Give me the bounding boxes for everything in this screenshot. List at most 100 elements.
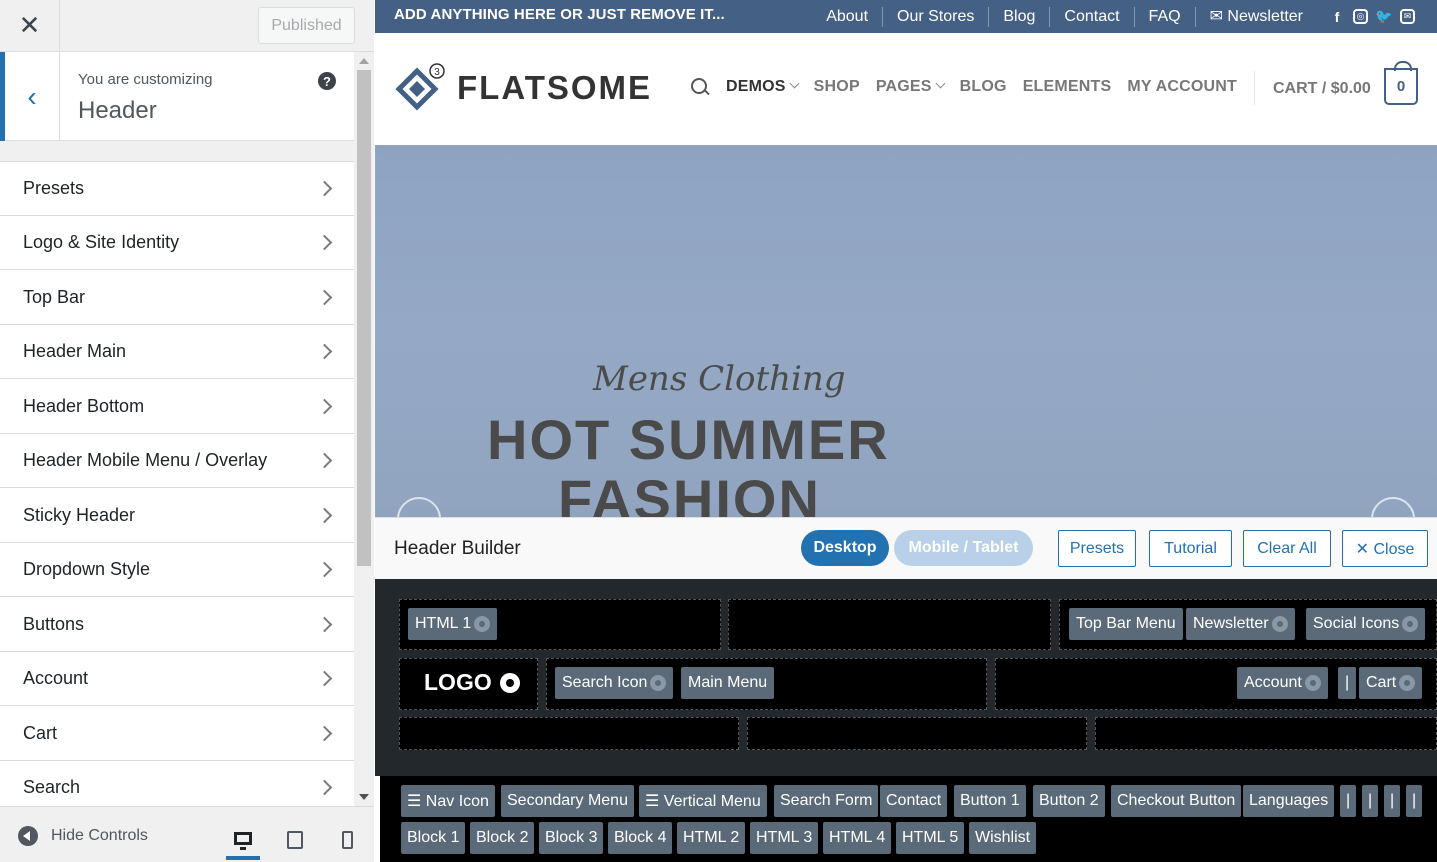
lib-secondary-menu[interactable]: Secondary Menu: [501, 785, 634, 817]
scrollbar-thumb[interactable]: [357, 70, 371, 566]
gear-icon[interactable]: [1399, 675, 1416, 691]
lib-divider-1[interactable]: |: [1340, 785, 1357, 817]
section-item[interactable]: Buttons: [0, 597, 354, 652]
help-icon[interactable]: ?: [318, 72, 336, 90]
nav-pages[interactable]: PAGES: [876, 78, 946, 96]
lib-block-2[interactable]: Block 2: [470, 822, 535, 854]
slider-next-icon[interactable]: [1371, 497, 1415, 517]
preview-tablet-button[interactable]: [278, 820, 312, 860]
lib-block-3[interactable]: Block 3: [539, 822, 604, 854]
search-icon[interactable]: [690, 77, 710, 97]
element-divider[interactable]: |: [1338, 667, 1357, 699]
gear-icon[interactable]: [474, 616, 491, 632]
lib-divider-4[interactable]: |: [1406, 785, 1423, 817]
presets-button[interactable]: Presets: [1058, 530, 1136, 567]
lib-divider-3[interactable]: |: [1384, 785, 1401, 817]
dropzone-main-right[interactable]: Account | Cart: [995, 658, 1437, 710]
lib-button-1[interactable]: Button 1: [954, 785, 1026, 817]
lib-vertical-menu[interactable]: ☰ Vertical Menu: [639, 785, 767, 817]
nav-demos[interactable]: DEMOS: [726, 78, 800, 96]
element-cart[interactable]: Cart: [1359, 667, 1423, 699]
scroll-up-arrow-icon[interactable]: [359, 58, 369, 64]
gear-icon[interactable]: [1402, 616, 1419, 632]
top-link-contact[interactable]: Contact: [1049, 6, 1133, 27]
logo-text[interactable]: FLATSOME: [457, 69, 652, 107]
lib-languages[interactable]: Languages: [1243, 785, 1335, 817]
facebook-icon[interactable]: f: [1329, 9, 1345, 25]
section-item[interactable]: Top Bar: [0, 270, 354, 325]
gear-icon[interactable]: [650, 675, 667, 691]
lib-html-5[interactable]: HTML 5: [896, 822, 965, 854]
hide-controls-icon[interactable]: [18, 826, 38, 846]
section-item[interactable]: Header Main: [0, 324, 354, 379]
lib-nav-icon[interactable]: ☰ Nav Icon: [401, 785, 495, 817]
element-main-menu[interactable]: Main Menu: [681, 667, 775, 699]
dropzone-top-right[interactable]: Top Bar Menu Newsletter Social Icons: [1059, 599, 1437, 650]
lib-wishlist[interactable]: Wishlist: [969, 822, 1037, 854]
top-link-about[interactable]: About: [812, 7, 882, 27]
top-link-newsletter[interactable]: ✉ Newsletter: [1194, 6, 1317, 27]
lib-contact[interactable]: Contact: [880, 785, 948, 817]
clear-all-button[interactable]: Clear All: [1243, 530, 1331, 567]
nav-my-account[interactable]: MY ACCOUNT: [1127, 78, 1237, 96]
top-link-our-stores[interactable]: Our Stores: [882, 6, 988, 27]
tutorial-button[interactable]: Tutorial: [1149, 530, 1232, 567]
lib-block-4[interactable]: Block 4: [608, 822, 673, 854]
element-newsletter[interactable]: Newsletter: [1186, 608, 1295, 640]
gear-icon[interactable]: [499, 672, 520, 693]
back-button[interactable]: ‹: [0, 52, 60, 141]
top-link-blog[interactable]: Blog: [988, 6, 1049, 27]
preview-mobile-button[interactable]: [330, 820, 364, 860]
instagram-icon[interactable]: ◎: [1353, 8, 1368, 24]
section-item[interactable]: Cart: [0, 706, 354, 761]
mobile-tablet-tab[interactable]: Mobile / Tablet: [894, 530, 1033, 566]
nav-elements[interactable]: ELEMENTS: [1023, 78, 1112, 96]
twitter-icon[interactable]: 🐦: [1375, 8, 1392, 25]
element-html-1[interactable]: HTML 1: [408, 608, 498, 640]
section-item[interactable]: Header Bottom: [0, 379, 354, 434]
element-logo[interactable]: LOGO: [424, 669, 520, 696]
slider-prev-icon[interactable]: [397, 497, 441, 517]
element-search-icon[interactable]: Search Icon: [555, 667, 674, 699]
close-customizer-button[interactable]: ✕: [0, 0, 60, 51]
dropzone-main-left[interactable]: Search Icon Main Menu: [546, 658, 987, 710]
lib-checkout-button[interactable]: Checkout Button: [1111, 785, 1242, 817]
section-item[interactable]: Sticky Header: [0, 488, 354, 543]
element-account[interactable]: Account: [1237, 667, 1328, 699]
desktop-tab[interactable]: Desktop: [801, 530, 889, 566]
lib-block-1[interactable]: Block 1: [401, 822, 466, 854]
lib-search-form[interactable]: Search Form: [774, 785, 879, 817]
element-top-bar-menu[interactable]: Top Bar Menu: [1069, 608, 1183, 640]
dropzone-bottom-center[interactable]: [747, 717, 1087, 750]
section-item[interactable]: Dropdown Style: [0, 542, 354, 597]
element-social-icons[interactable]: Social Icons: [1306, 608, 1426, 640]
section-item[interactable]: Presets: [0, 161, 354, 216]
nav-blog[interactable]: BLOG: [960, 78, 1007, 96]
scroll-down-arrow-icon[interactable]: [359, 794, 369, 800]
close-builder-button[interactable]: ✕ Close: [1342, 530, 1428, 567]
email-icon[interactable]: ✉: [1400, 8, 1415, 24]
lib-html-4[interactable]: HTML 4: [823, 822, 892, 854]
lib-button-2[interactable]: Button 2: [1033, 785, 1105, 817]
section-item[interactable]: Header Mobile Menu / Overlay: [0, 433, 354, 488]
gear-icon[interactable]: [1271, 616, 1288, 632]
section-item[interactable]: Account: [0, 651, 354, 706]
lib-divider-2[interactable]: |: [1362, 785, 1379, 817]
dropzone-top-center[interactable]: [728, 599, 1051, 650]
sidebar-scrollbar[interactable]: [354, 52, 374, 806]
lib-html-3[interactable]: HTML 3: [750, 822, 819, 854]
flatsome-logo-icon[interactable]: 3: [395, 63, 445, 115]
cart-link[interactable]: CART / $0.00: [1273, 80, 1371, 98]
lib-html-2[interactable]: HTML 2: [677, 822, 746, 854]
section-item[interactable]: Logo & Site Identity: [0, 215, 354, 270]
published-button[interactable]: Published: [258, 7, 355, 44]
gear-icon[interactable]: [1304, 675, 1321, 691]
dropzone-bottom-left[interactable]: [399, 717, 739, 750]
cart-icon[interactable]: 0: [1384, 61, 1418, 105]
dropzone-top-left[interactable]: HTML 1: [399, 599, 721, 650]
top-link-faq[interactable]: FAQ: [1133, 6, 1195, 27]
dropzone-bottom-right[interactable]: [1095, 717, 1437, 750]
preview-desktop-button[interactable]: [226, 820, 260, 860]
hide-controls-button[interactable]: Hide Controls: [51, 827, 148, 845]
dropzone-logo[interactable]: LOGO: [399, 658, 538, 710]
